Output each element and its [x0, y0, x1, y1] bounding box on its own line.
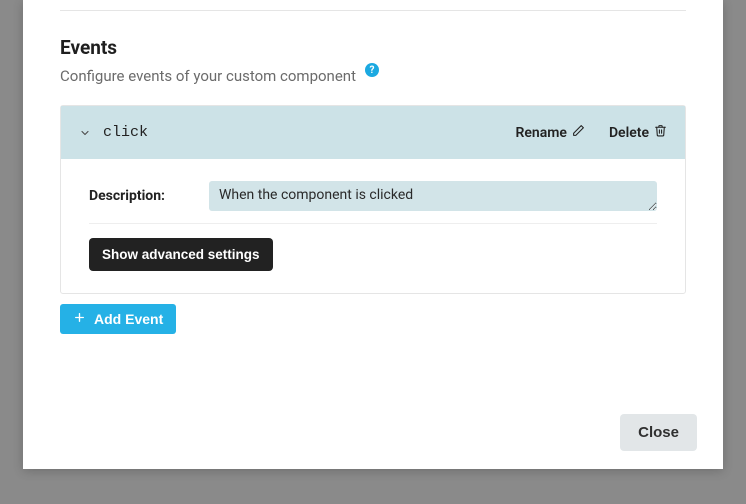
show-advanced-settings-button[interactable]: Show advanced settings	[89, 238, 273, 271]
delete-button[interactable]: Delete	[609, 124, 667, 141]
trash-icon	[654, 124, 667, 141]
modal: Events Configure events of your custom c…	[23, 0, 723, 469]
event-name: click	[103, 124, 515, 141]
section-subtitle: Configure events of your custom componen…	[60, 67, 356, 85]
rename-button[interactable]: Rename	[515, 124, 584, 141]
modal-footer: Close	[23, 396, 723, 469]
description-input[interactable]: When the component is clicked	[209, 181, 657, 211]
delete-label: Delete	[609, 125, 649, 141]
modal-body: Events Configure events of your custom c…	[23, 0, 723, 396]
plus-icon	[73, 311, 86, 327]
help-icon[interactable]: ?	[365, 63, 379, 77]
add-event-row: Add Event	[60, 304, 686, 334]
section-title: Events	[60, 36, 686, 59]
divider	[89, 223, 657, 224]
chevron-down-icon[interactable]	[79, 127, 91, 139]
description-field-row: Description: When the component is click…	[89, 181, 657, 211]
close-button[interactable]: Close	[620, 414, 697, 451]
event-body: Description: When the component is click…	[61, 159, 685, 293]
pencil-icon	[572, 124, 585, 141]
add-event-button[interactable]: Add Event	[60, 304, 176, 334]
description-label: Description:	[89, 188, 165, 204]
event-card: click Rename Delete	[60, 105, 686, 294]
add-event-label: Add Event	[94, 311, 163, 327]
event-header[interactable]: click Rename Delete	[61, 106, 685, 159]
rename-label: Rename	[515, 125, 566, 141]
event-actions: Rename Delete	[515, 124, 667, 141]
divider	[60, 10, 686, 11]
section-subtitle-row: Configure events of your custom componen…	[60, 67, 686, 85]
